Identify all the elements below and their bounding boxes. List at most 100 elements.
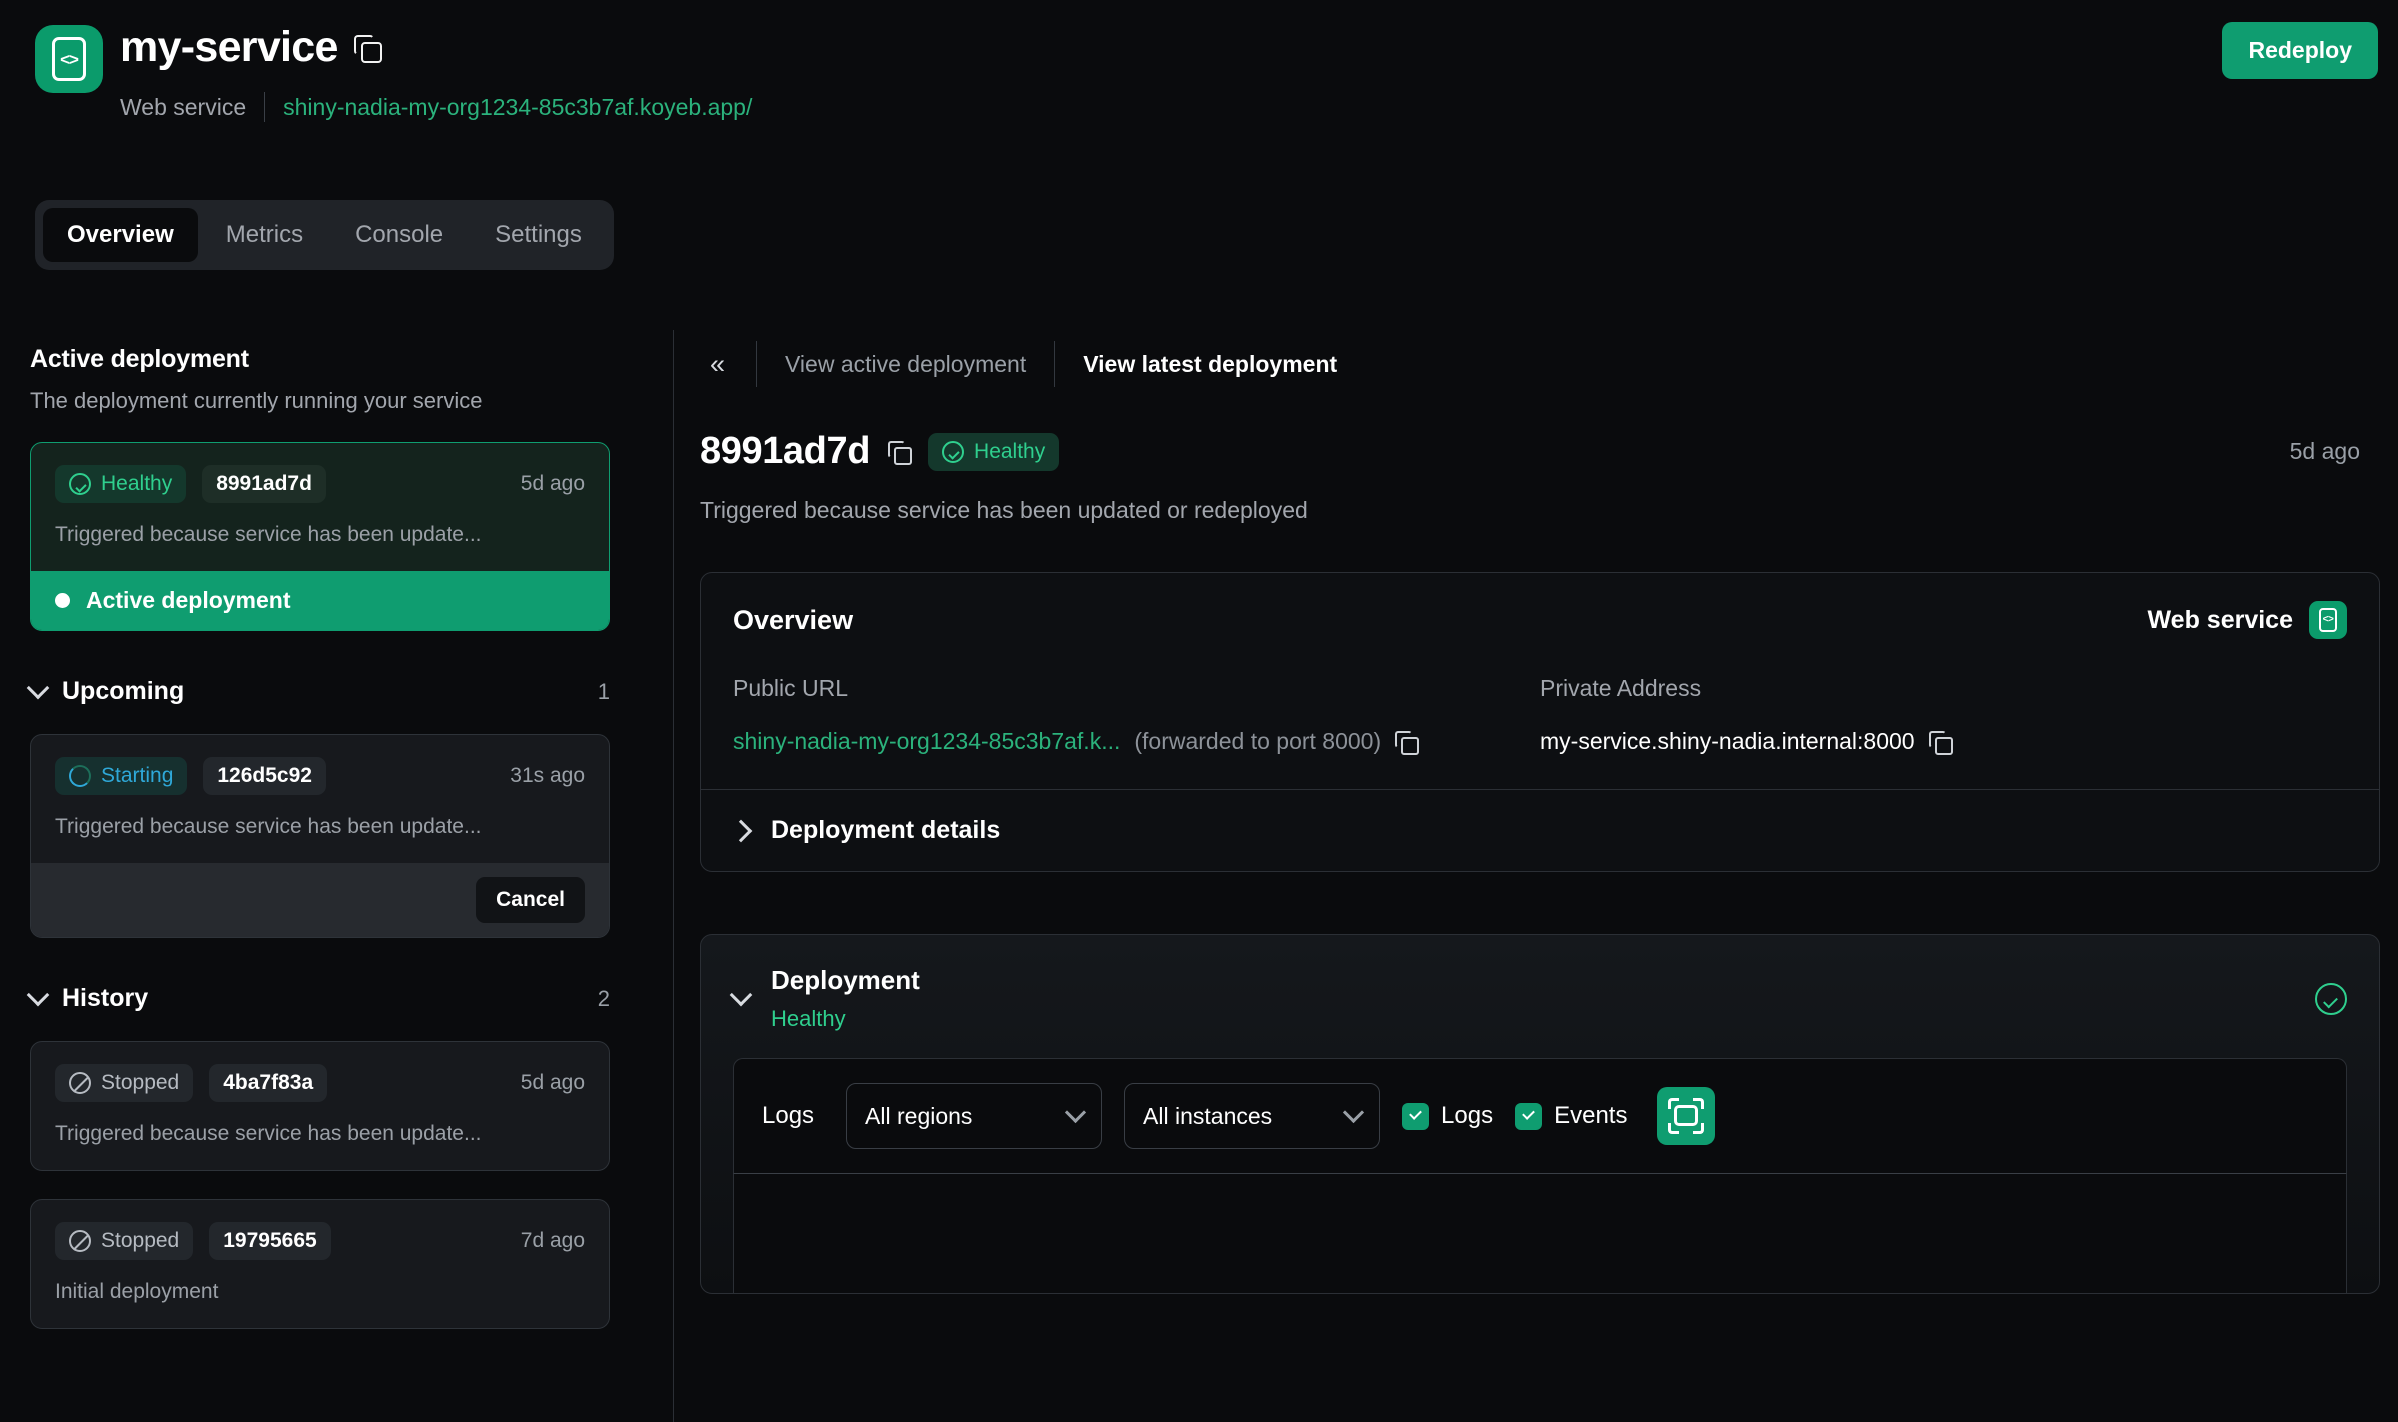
events-checkbox[interactable]: Events xyxy=(1515,1102,1627,1130)
history-count: 2 xyxy=(598,986,610,1012)
deployment-panel-title: Deployment xyxy=(771,965,920,996)
check-circle-icon xyxy=(69,473,91,495)
code-service-icon: <> xyxy=(2309,601,2347,639)
cancel-deployment-button[interactable]: Cancel xyxy=(476,877,585,923)
active-deployment-heading: Active deployment xyxy=(30,345,610,374)
code-brackets-glyph: <> xyxy=(2319,608,2337,632)
active-deployment-card[interactable]: Healthy 8991ad7d 5d ago Triggered becaus… xyxy=(30,442,610,631)
public-url-port-note: (forwarded to port 8000) xyxy=(1134,728,1381,755)
upcoming-title: Upcoming xyxy=(62,677,184,706)
ban-icon xyxy=(69,1072,91,1094)
deployment-timestamp: 5d ago xyxy=(2290,438,2380,465)
overview-panel-header: Overview Web service <> xyxy=(733,601,2347,639)
service-type-tag: Web service <> xyxy=(2148,601,2347,639)
card-body: Starting 126d5c92 31s ago Triggered beca… xyxy=(31,735,609,863)
chevron-down-icon xyxy=(27,677,50,700)
history-title: History xyxy=(62,984,148,1013)
logs-checkbox[interactable]: Logs xyxy=(1402,1102,1493,1130)
chevron-down-icon xyxy=(1343,1102,1364,1123)
deployment-timestamp: 31s ago xyxy=(510,764,585,788)
upcoming-section-header[interactable]: Upcoming 1 xyxy=(30,677,610,706)
deployments-sidebar: Active deployment The deployment current… xyxy=(30,345,610,1329)
corner-bl xyxy=(1668,1123,1679,1134)
card-body: Stopped 19795665 7d ago Initial deployme… xyxy=(31,1200,609,1328)
deployment-id-chip: 126d5c92 xyxy=(203,757,326,795)
status-label: Starting xyxy=(101,764,173,788)
service-title-row: my-service xyxy=(120,26,380,69)
checkbox-checked-icon xyxy=(1515,1103,1542,1130)
deployment-description: Triggered because service has been updat… xyxy=(700,497,2380,524)
logs-box: Logs All regions All instances Logs xyxy=(733,1058,2347,1173)
private-address-value: my-service.shiny-nadia.internal:8000 xyxy=(1540,728,1915,755)
instance-select-value: All instances xyxy=(1143,1103,1272,1130)
service-overview-page: <> my-service Web service shiny-nadia-my… xyxy=(0,0,2398,1422)
deployment-id-chip: 4ba7f83a xyxy=(209,1064,327,1102)
deployment-id: 8991ad7d xyxy=(700,430,870,473)
status-badge: Healthy xyxy=(55,465,186,503)
deployment-id-chip: 19795665 xyxy=(209,1222,330,1260)
status-badge: Stopped xyxy=(55,1064,193,1102)
overview-panel-body: Overview Web service <> Public URL shiny… xyxy=(701,573,2379,789)
instance-select[interactable]: All instances xyxy=(1124,1083,1380,1149)
logs-output-area[interactable] xyxy=(733,1173,2347,1293)
history-section-header[interactable]: History 2 xyxy=(30,984,610,1013)
service-type-label: Web service xyxy=(120,96,246,119)
card-body: Stopped 4ba7f83a 5d ago Triggered becaus… xyxy=(31,1042,609,1170)
card-top-row: Stopped 19795665 7d ago xyxy=(55,1222,585,1260)
main-content: « View active deployment View latest dep… xyxy=(700,340,2380,1294)
status-label: Healthy xyxy=(974,440,1045,464)
deployment-details-toggle[interactable]: Deployment details xyxy=(701,790,2379,871)
public-url-label: Public URL xyxy=(733,675,1540,702)
copy-deployment-id-icon[interactable] xyxy=(888,441,910,463)
deployment-description: Initial deployment xyxy=(55,1280,585,1304)
view-latest-deployment-link[interactable]: View latest deployment xyxy=(1055,351,1365,378)
vertical-divider xyxy=(673,330,674,1422)
public-url-link[interactable]: shiny-nadia-my-org1234-85c3b7af.k... xyxy=(733,728,1120,755)
deployment-status-badge: Healthy xyxy=(928,433,1059,471)
redeploy-button[interactable]: Redeploy xyxy=(2222,22,2378,79)
active-deployment-strip: Active deployment xyxy=(31,571,609,630)
chevron-right-icon xyxy=(730,819,753,842)
public-url-field: Public URL shiny-nadia-my-org1234-85c3b7… xyxy=(733,675,1540,755)
tab-metrics[interactable]: Metrics xyxy=(202,208,327,262)
collapse-sidebar-icon[interactable]: « xyxy=(700,349,756,380)
tab-settings[interactable]: Settings xyxy=(471,208,606,262)
private-address-label: Private Address xyxy=(1540,675,2347,702)
corner-tr xyxy=(1693,1098,1704,1109)
deployment-panel-header[interactable]: Deployment Healthy xyxy=(701,935,2379,1058)
logs-toolbar: Logs All regions All instances Logs xyxy=(734,1059,2346,1173)
card-top-row: Starting 126d5c92 31s ago xyxy=(55,757,585,795)
card-footer: Cancel xyxy=(31,863,609,937)
upcoming-deployment-card[interactable]: Starting 126d5c92 31s ago Triggered beca… xyxy=(30,734,610,938)
card-body: Healthy 8991ad7d 5d ago Triggered becaus… xyxy=(31,443,609,571)
tab-console[interactable]: Console xyxy=(331,208,467,262)
page-header: <> my-service Web service shiny-nadia-my… xyxy=(0,0,2398,150)
deployment-nav: « View active deployment View latest dep… xyxy=(700,340,2380,388)
region-select[interactable]: All regions xyxy=(846,1083,1102,1149)
corner-tl xyxy=(1668,1098,1679,1109)
chevron-down-icon xyxy=(1065,1102,1086,1123)
public-url-value-row: shiny-nadia-my-org1234-85c3b7af.k... (fo… xyxy=(733,728,1540,755)
tab-overview[interactable]: Overview xyxy=(43,208,198,262)
copy-public-url-icon[interactable] xyxy=(1395,731,1417,753)
copy-private-address-icon[interactable] xyxy=(1929,731,1951,753)
view-active-deployment-link[interactable]: View active deployment xyxy=(757,351,1054,378)
active-dot-icon xyxy=(55,593,70,608)
corner-br xyxy=(1693,1123,1704,1134)
deployment-panel-texts: Deployment Healthy xyxy=(771,965,920,1032)
deployment-details-label: Deployment details xyxy=(771,816,1000,845)
copy-service-name-icon[interactable] xyxy=(354,35,380,61)
history-deployment-card[interactable]: Stopped 19795665 7d ago Initial deployme… xyxy=(30,1199,610,1329)
region-select-value: All regions xyxy=(865,1103,972,1130)
history-deployment-card[interactable]: Stopped 4ba7f83a 5d ago Triggered becaus… xyxy=(30,1041,610,1171)
private-address-value-row: my-service.shiny-nadia.internal:8000 xyxy=(1540,728,2347,755)
chevron-down-icon xyxy=(730,984,753,1007)
overview-panel: Overview Web service <> Public URL shiny… xyxy=(700,572,2380,872)
fullscreen-icon[interactable] xyxy=(1657,1087,1715,1145)
code-brackets-glyph: <> xyxy=(52,37,86,81)
active-deployment-subtitle: The deployment currently running your se… xyxy=(30,388,610,414)
check-circle-icon xyxy=(942,441,964,463)
service-url-link[interactable]: shiny-nadia-my-org1234-85c3b7af.koyeb.ap… xyxy=(283,96,752,119)
status-badge: Stopped xyxy=(55,1222,193,1260)
private-address-field: Private Address my-service.shiny-nadia.i… xyxy=(1540,675,2347,755)
